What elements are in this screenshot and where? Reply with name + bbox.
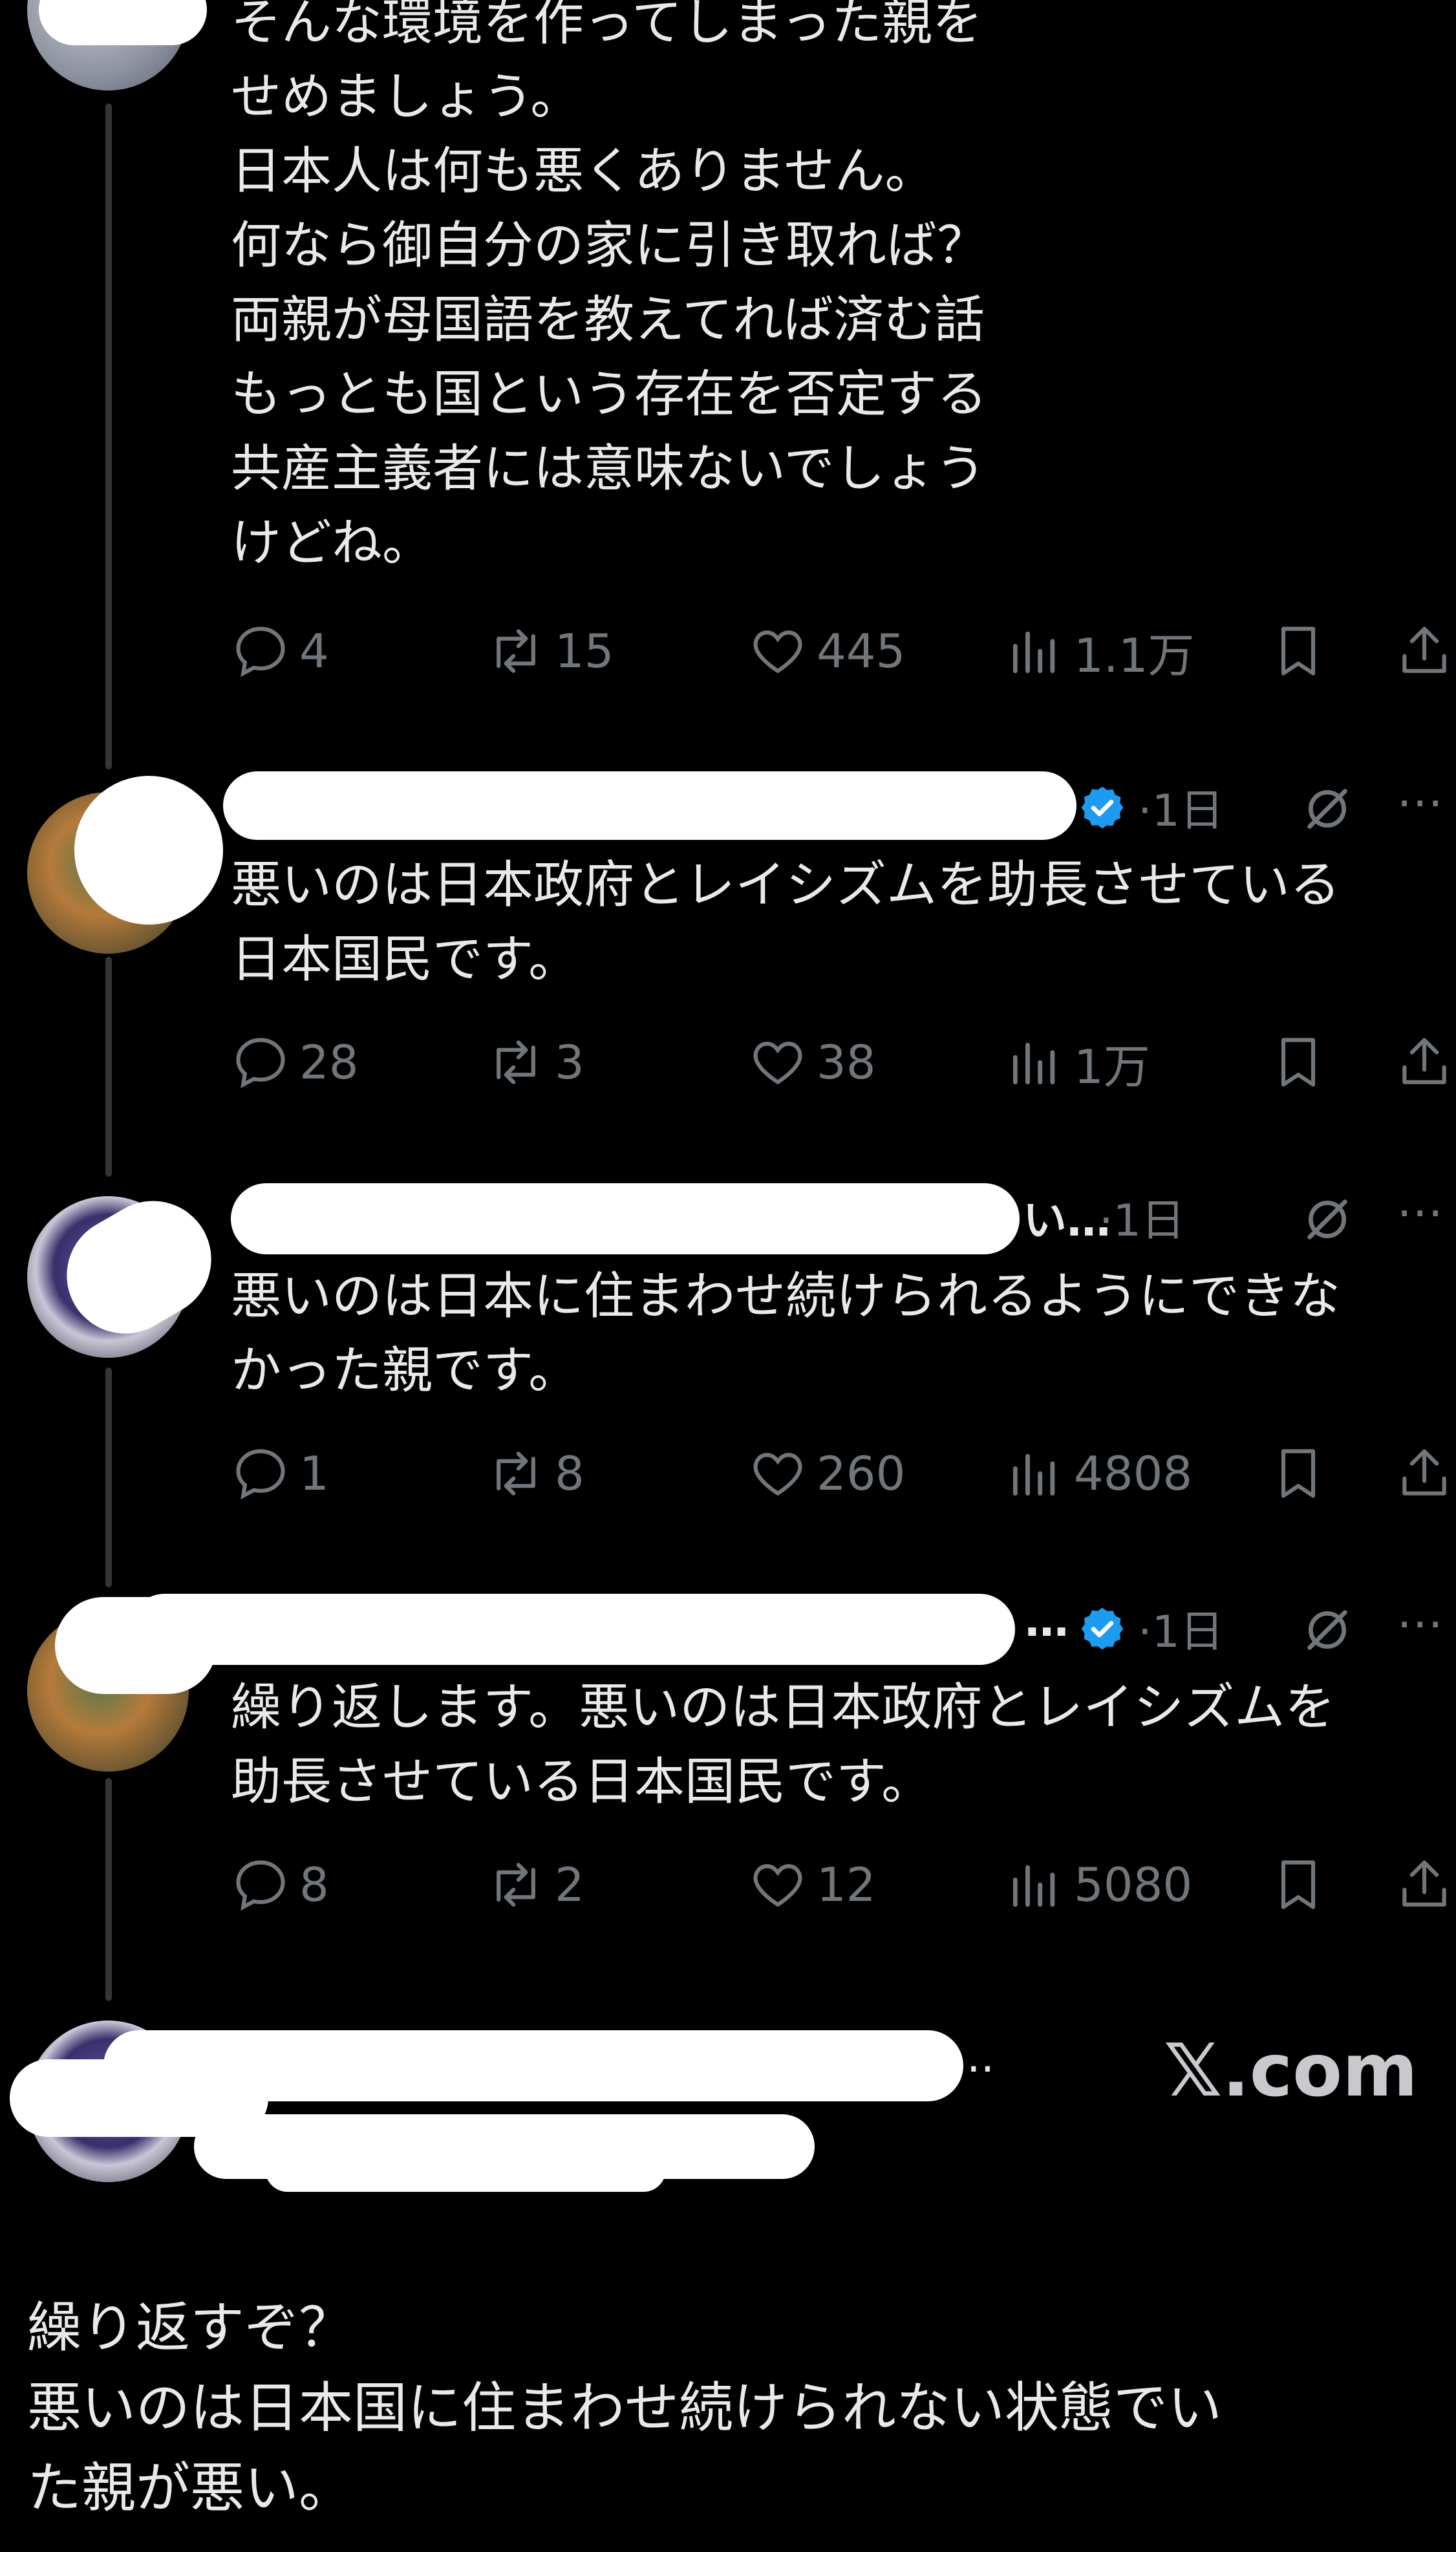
views-button[interactable]: 5080 bbox=[1005, 1849, 1192, 1920]
share-button[interactable] bbox=[1395, 1438, 1456, 1509]
tweet-actions: 4 15 445 1.1万 bbox=[231, 616, 1456, 687]
retweet-button[interactable]: 2 bbox=[486, 1849, 584, 1920]
retweet-count: 3 bbox=[555, 1035, 584, 1089]
share-icon bbox=[1402, 627, 1446, 673]
verified-badge-icon bbox=[1081, 786, 1124, 829]
view-count: 4808 bbox=[1074, 1446, 1193, 1501]
tweet-time[interactable]: ·1日 bbox=[1138, 1596, 1224, 1660]
bookmark-icon bbox=[1281, 627, 1316, 676]
tweet-actions: 8 2 12 5080 bbox=[231, 1849, 1456, 1920]
view-count: 5080 bbox=[1074, 1858, 1193, 1912]
views-button[interactable]: 1万 bbox=[1005, 1027, 1150, 1098]
more-options-icon[interactable]: ⋯ bbox=[1397, 1185, 1447, 1239]
redaction bbox=[39, 0, 207, 45]
reply-button[interactable]: 1 bbox=[231, 1438, 329, 1509]
thread-line bbox=[105, 103, 112, 769]
tweet-text: そんな環境を作ってしまった親を せめましょう。 日本人は何も悪くありません。 何… bbox=[231, 0, 988, 572]
retweet-icon bbox=[497, 1040, 535, 1084]
reply-icon bbox=[236, 627, 285, 678]
retweet-icon bbox=[497, 1863, 535, 1907]
reply-button[interactable]: 28 bbox=[231, 1027, 359, 1098]
tweet-text: 悪いのは日本政府とレイシズムを助長させている 日本国民です。 bbox=[231, 856, 1341, 989]
grok-icon[interactable] bbox=[1301, 782, 1354, 835]
share-icon bbox=[1402, 1449, 1446, 1496]
views-button[interactable]: 1.1万 bbox=[1005, 616, 1195, 687]
redaction bbox=[231, 1183, 1020, 1254]
share-button[interactable] bbox=[1395, 1849, 1456, 1920]
share-button[interactable] bbox=[1395, 1027, 1456, 1098]
share-button[interactable] bbox=[1395, 616, 1456, 687]
views-icon bbox=[1012, 1865, 1055, 1907]
share-icon bbox=[1402, 1038, 1446, 1084]
grok-icon[interactable] bbox=[1301, 1193, 1354, 1246]
tweet-text: 繰り返します。悪いのは日本政府とレイシズムを 助長させている日本国民です。 bbox=[231, 1678, 1336, 1811]
bookmark-icon bbox=[1281, 1449, 1316, 1498]
tweet-text: 悪いのは日本に住まわせ続けられるようにできな かった親です。 bbox=[231, 1267, 1341, 1400]
reply-button[interactable]: 8 bbox=[231, 1849, 329, 1920]
share-icon bbox=[1402, 1860, 1446, 1907]
like-count: 38 bbox=[817, 1035, 876, 1089]
bookmark-icon bbox=[1281, 1860, 1316, 1909]
like-button[interactable]: 260 bbox=[748, 1438, 905, 1509]
bookmark-button[interactable] bbox=[1269, 1027, 1337, 1098]
like-count: 260 bbox=[817, 1446, 906, 1501]
author-handle[interactable]: .. bbox=[967, 2032, 994, 2083]
reply-count: 8 bbox=[299, 1858, 329, 1912]
like-button[interactable]: 38 bbox=[748, 1027, 876, 1098]
heart-icon bbox=[753, 1042, 802, 1085]
heart-icon bbox=[753, 1864, 802, 1907]
heart-icon bbox=[753, 1453, 802, 1496]
retweet-count: 2 bbox=[555, 1858, 584, 1912]
tweet-time[interactable]: ·1日 bbox=[1138, 775, 1224, 839]
thread-line bbox=[105, 1778, 112, 2001]
retweet-count: 15 bbox=[555, 624, 614, 678]
reply-count: 28 bbox=[299, 1035, 359, 1089]
heart-icon bbox=[753, 630, 802, 674]
grok-icon[interactable] bbox=[1301, 1603, 1354, 1657]
redaction bbox=[129, 1594, 1015, 1665]
retweet-icon bbox=[497, 1452, 535, 1496]
views-button[interactable]: 4808 bbox=[1005, 1438, 1192, 1509]
views-icon bbox=[1012, 1453, 1055, 1496]
bookmark-button[interactable] bbox=[1269, 616, 1337, 687]
view-count: 1.1万 bbox=[1074, 628, 1195, 683]
like-button[interactable]: 445 bbox=[748, 616, 905, 687]
more-options-icon[interactable]: ⋯ bbox=[1397, 1596, 1447, 1650]
reply-button[interactable]: 4 bbox=[231, 616, 329, 687]
redaction bbox=[74, 776, 223, 925]
reply-icon bbox=[236, 1860, 285, 1911]
like-count: 12 bbox=[817, 1858, 876, 1912]
redaction bbox=[223, 771, 1076, 840]
author-handle[interactable]: … bbox=[1025, 1596, 1069, 1647]
views-icon bbox=[1012, 631, 1055, 674]
like-count: 445 bbox=[817, 624, 906, 678]
reply-text: 繰り返すぞ？ 悪いのは日本国に住まわせ続けられない状態でい た親が悪い。 bbox=[27, 2296, 1223, 2520]
retweet-button[interactable]: 3 bbox=[486, 1027, 584, 1098]
retweet-button[interactable]: 15 bbox=[486, 616, 614, 687]
author-handle[interactable]: い… bbox=[1023, 1185, 1111, 1249]
thread-line bbox=[105, 1367, 112, 1587]
x-logo-watermark: 𝕏.com bbox=[1164, 2029, 1418, 2113]
retweet-button[interactable]: 8 bbox=[486, 1438, 584, 1509]
view-count: 1万 bbox=[1074, 1039, 1150, 1094]
redaction bbox=[103, 2030, 963, 2101]
bookmark-button[interactable] bbox=[1269, 1438, 1337, 1509]
tweet-time[interactable]: ·1日 bbox=[1099, 1185, 1185, 1249]
bookmark-icon bbox=[1281, 1038, 1316, 1087]
tweet-actions: 28 3 38 1万 bbox=[231, 1027, 1456, 1098]
tweet-actions: 1 8 260 4808 bbox=[231, 1438, 1456, 1509]
retweet-count: 8 bbox=[555, 1446, 584, 1501]
more-options-icon[interactable]: ⋯ bbox=[1397, 775, 1447, 829]
views-icon bbox=[1012, 1042, 1055, 1085]
thread-line bbox=[105, 957, 112, 1177]
redaction bbox=[265, 2147, 666, 2192]
reply-icon bbox=[236, 1449, 285, 1500]
reply-count: 1 bbox=[299, 1446, 329, 1501]
reply-icon bbox=[236, 1038, 285, 1089]
verified-badge-icon bbox=[1081, 1607, 1124, 1650]
reply-count: 4 bbox=[299, 624, 329, 678]
bookmark-button[interactable] bbox=[1269, 1849, 1337, 1920]
retweet-icon bbox=[497, 629, 535, 673]
like-button[interactable]: 12 bbox=[748, 1849, 876, 1920]
